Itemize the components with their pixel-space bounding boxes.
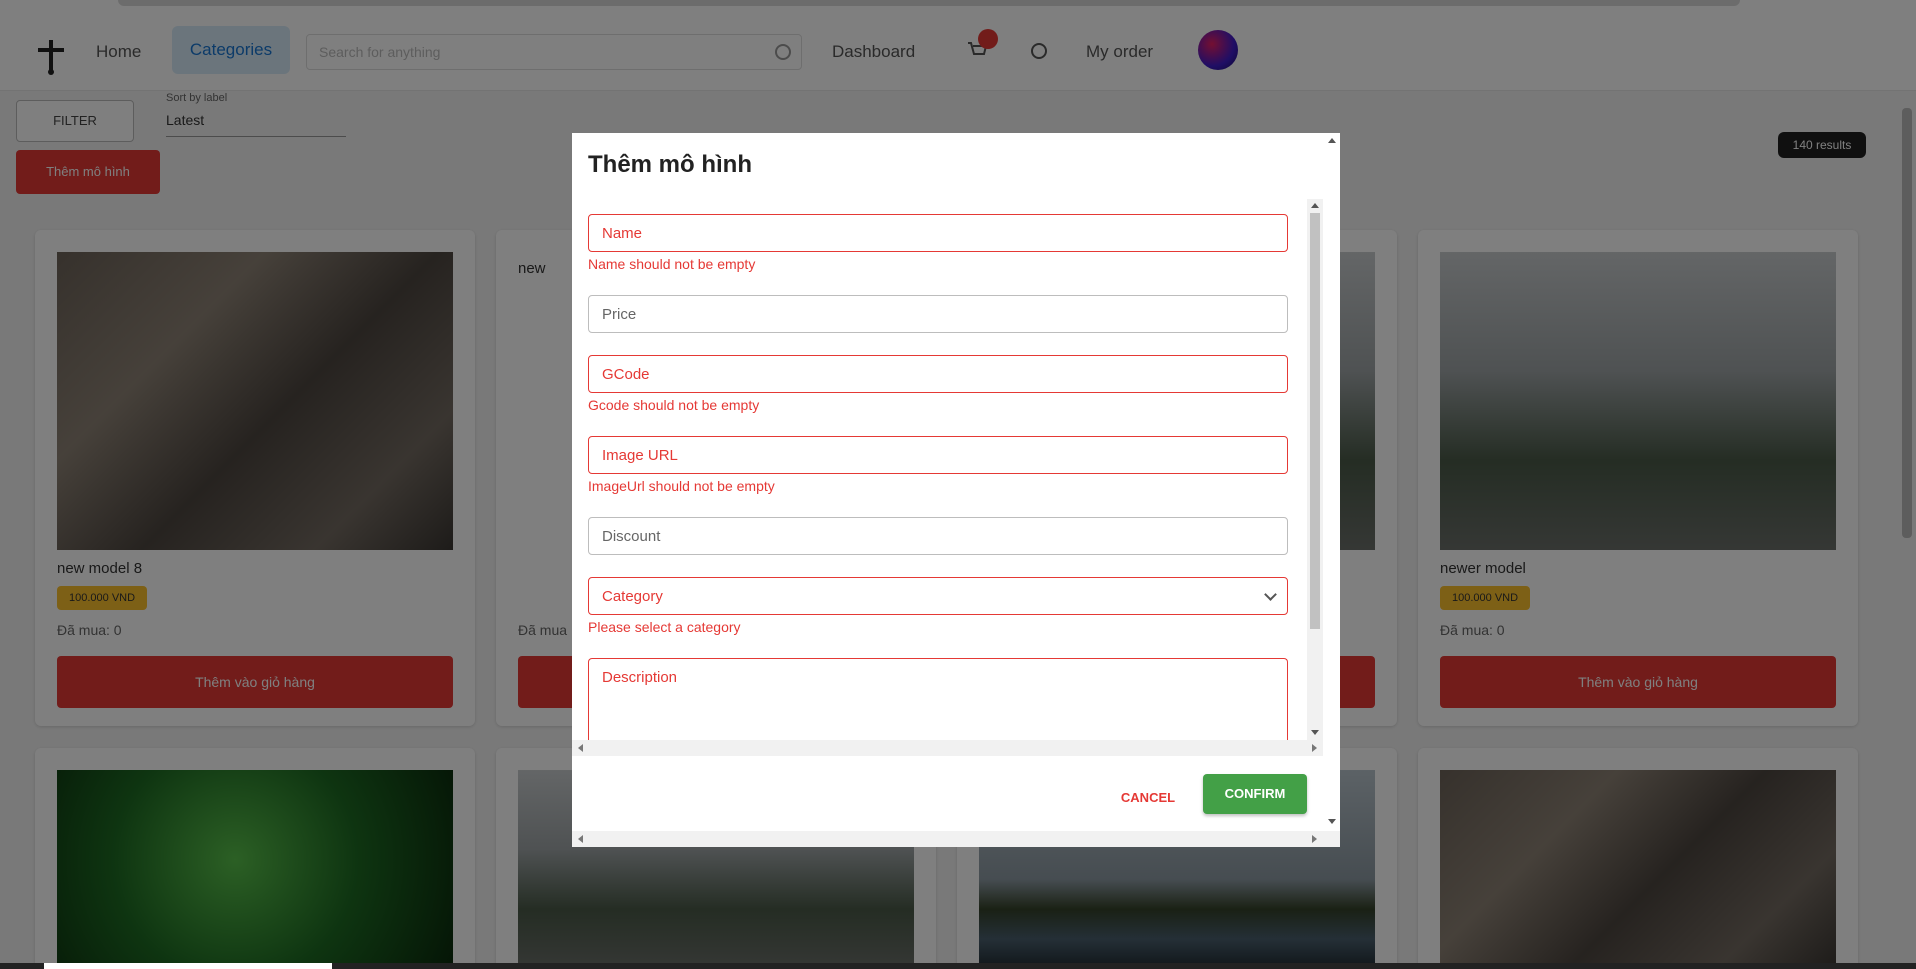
gcode-error: Gcode should not be empty xyxy=(588,397,760,413)
taskbar xyxy=(0,963,1916,969)
dialog-horizontal-scrollbar[interactable] xyxy=(572,831,1340,847)
name-field[interactable]: Name xyxy=(588,214,1288,252)
price-label: Price xyxy=(602,306,637,323)
scroll-right-icon[interactable] xyxy=(1312,744,1317,752)
scroll-down-icon[interactable] xyxy=(1328,819,1336,824)
add-model-dialog: Thêm mô hình Name Name should not be emp… xyxy=(572,133,1340,847)
dialog-title: Thêm mô hình xyxy=(588,151,752,178)
dialog-vertical-scrollbar[interactable] xyxy=(1324,133,1340,831)
description-field[interactable]: Description xyxy=(588,658,1288,741)
scroll-up-icon[interactable] xyxy=(1328,138,1336,143)
name-error: Name should not be empty xyxy=(588,256,756,272)
gcode-label: GCode xyxy=(602,366,650,383)
cancel-button[interactable]: CANCEL xyxy=(1114,780,1182,816)
image-url-error: ImageUrl should not be empty xyxy=(588,478,775,494)
category-label: Category xyxy=(602,588,663,605)
content-vertical-scrollbar[interactable] xyxy=(1307,199,1323,740)
scroll-left-icon[interactable] xyxy=(578,835,583,843)
category-select[interactable]: Category xyxy=(588,577,1288,615)
category-error: Please select a category xyxy=(588,619,741,635)
content-horizontal-scrollbar[interactable] xyxy=(572,740,1323,756)
name-label: Name xyxy=(602,225,643,242)
image-url-field[interactable]: Image URL xyxy=(588,436,1288,474)
taskbar-item[interactable] xyxy=(44,963,332,969)
chevron-down-icon[interactable] xyxy=(1264,588,1277,601)
confirm-button[interactable]: CONFIRM xyxy=(1203,774,1307,814)
price-field[interactable]: Price xyxy=(588,295,1288,333)
scroll-down-icon[interactable] xyxy=(1311,730,1319,735)
description-label: Description xyxy=(602,669,678,686)
dialog-content: Name Name should not be empty Price GCod… xyxy=(572,199,1306,741)
scroll-left-icon[interactable] xyxy=(578,744,583,752)
scroll-right-icon[interactable] xyxy=(1312,835,1317,843)
scroll-up-icon[interactable] xyxy=(1311,203,1319,208)
scrollbar-thumb[interactable] xyxy=(1310,213,1320,629)
discount-field[interactable]: Discount xyxy=(588,517,1288,555)
discount-label: Discount xyxy=(602,528,661,545)
gcode-field[interactable]: GCode xyxy=(588,355,1288,393)
image-url-label: Image URL xyxy=(602,447,678,464)
